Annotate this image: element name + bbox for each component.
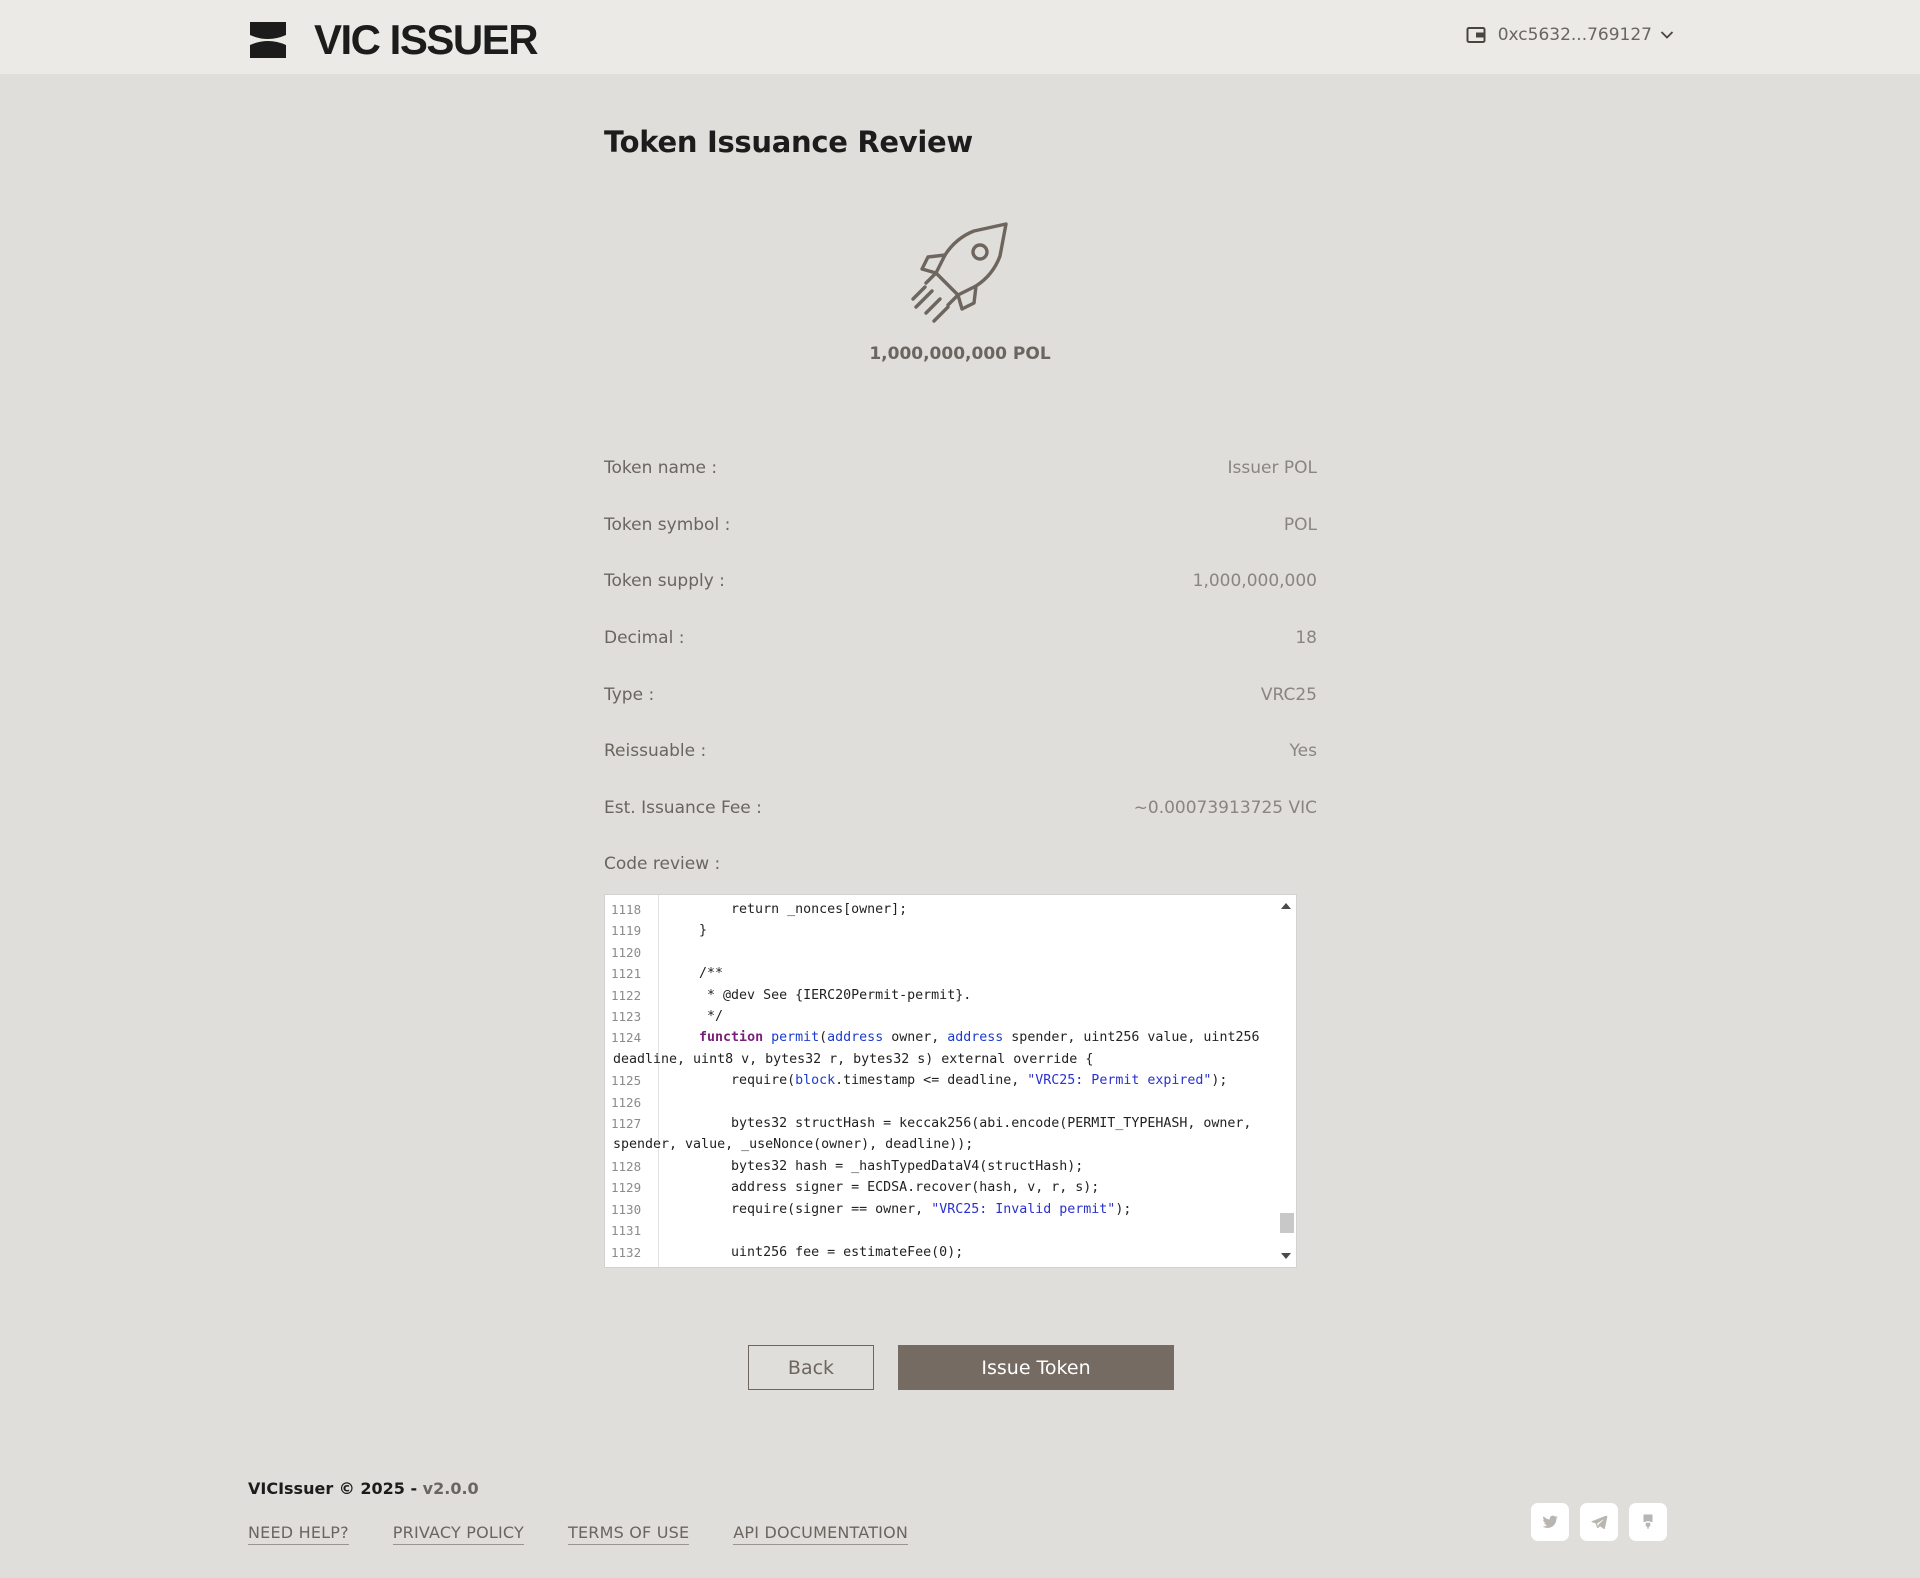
telegram-link[interactable] <box>1580 1503 1618 1541</box>
footer-link-need-help[interactable]: NEED HELP? <box>248 1523 349 1545</box>
github-link[interactable] <box>1629 1503 1667 1541</box>
detail-row-type: Type : VRC25 <box>604 666 1317 723</box>
line-number: 1128 <box>611 1158 642 1174</box>
scroll-up-icon[interactable] <box>1281 903 1291 909</box>
code-line: 1120 <box>605 942 1277 963</box>
supply-amount: 1,000,000,000 POL <box>869 344 1051 364</box>
code-line: 1127 bytes32 structHash = keccak256(abi.… <box>605 1113 1277 1134</box>
detail-label: Type : <box>604 684 655 705</box>
code-scrollbar[interactable] <box>1277 895 1296 1267</box>
code-line: 1129 address signer = ECDSA.recover(hash… <box>605 1177 1277 1198</box>
line-number: 1118 <box>611 902 642 917</box>
chevron-down-icon <box>1660 31 1674 39</box>
top-header: VIC ISSUER 0xc5632...769127 <box>0 0 1920 74</box>
code-line: 1124 function permit(address owner, addr… <box>605 1027 1277 1048</box>
code-line: 1118 return _nonces[owner]; <box>605 899 1277 920</box>
detail-value: 18 <box>1295 628 1317 649</box>
detail-row-code-review: Code review : <box>604 836 1317 893</box>
code-line: 1131 <box>605 1220 1277 1241</box>
social-links <box>1531 1503 1678 1541</box>
detail-row-token-symbol: Token symbol : POL <box>604 497 1317 554</box>
detail-value: VRC25 <box>1260 684 1317 705</box>
detail-value: 1,000,000,000 <box>1192 571 1317 592</box>
code-line: 1122 * @dev See {IERC20Permit-permit}. <box>605 985 1277 1006</box>
footer-version: v2.0.0 <box>422 1479 479 1498</box>
line-number: 1124 <box>611 1030 642 1046</box>
code-line-wrap: spender, value, _useNonce(owner), deadli… <box>613 1137 974 1153</box>
token-details: Token name : Issuer POL Token symbol : P… <box>604 440 1317 893</box>
brand-logo[interactable]: VIC ISSUER <box>248 16 539 64</box>
detail-value: Issuer POL <box>1227 458 1317 479</box>
code-line: 1119 } <box>605 920 1277 941</box>
code-line-wrap: deadline, uint8 v, bytes32 r, bytes32 s)… <box>613 1051 1094 1067</box>
line-number: 1130 <box>611 1201 642 1217</box>
detail-label: Reissuable : <box>604 741 707 762</box>
detail-label: Est. Issuance Fee : <box>604 797 762 818</box>
line-number: 1125 <box>611 1073 642 1089</box>
detail-value: Yes <box>1289 741 1317 762</box>
detail-row-issuance-fee: Est. Issuance Fee : ~0.00073913725 VIC <box>604 780 1317 837</box>
footer-link-terms-of-use[interactable]: TERMS OF USE <box>567 1523 690 1545</box>
wallet-address: 0xc5632...769127 <box>1497 25 1652 45</box>
line-number: 1119 <box>611 923 642 939</box>
code-line: 1123 */ <box>605 1006 1277 1027</box>
line-number: 1120 <box>611 944 642 960</box>
telegram-icon <box>1591 1515 1608 1530</box>
line-number: 1129 <box>611 1180 642 1196</box>
code-line: 1126 <box>605 1092 1277 1113</box>
line-number: 1131 <box>611 1223 642 1239</box>
detail-label: Token name : <box>604 458 718 479</box>
brand-name: VIC ISSUER <box>314 16 539 63</box>
line-number: 1126 <box>611 1094 642 1110</box>
code-line: 1130 require(signer == owner, "VRC25: In… <box>605 1199 1277 1220</box>
wallet-icon <box>1466 27 1486 43</box>
line-number: 1123 <box>611 1009 642 1025</box>
detail-row-token-name: Token name : Issuer POL <box>604 440 1317 497</box>
code-line: 1121 /** <box>605 963 1277 984</box>
detail-row-reissuable: Reissuable : Yes <box>604 723 1317 780</box>
page-title: Token Issuance Review <box>604 125 973 159</box>
code-line: 1128 bytes32 hash = _hashTypedDataV4(str… <box>605 1156 1277 1177</box>
wallet-dropdown[interactable]: 0xc5632...769127 <box>1466 25 1674 45</box>
detail-row-decimal: Decimal : 18 <box>604 610 1317 667</box>
detail-label: Decimal : <box>604 628 685 649</box>
rocket-icon <box>911 222 1008 323</box>
github-icon <box>1643 1514 1653 1529</box>
code-review-editor[interactable]: 1118 return _nonces[owner]; 1119 } 1120 … <box>604 894 1297 1268</box>
detail-label: Code review : <box>604 854 721 875</box>
footer-link-api-documentation[interactable]: API DOCUMENTATION <box>733 1523 909 1545</box>
vic-logo-icon <box>250 22 286 58</box>
footer-copyright: VICIssuer © 2025 - v2.0.0 <box>248 1479 479 1498</box>
line-number: 1122 <box>611 987 642 1003</box>
detail-value: ~0.00073913725 VIC <box>1133 797 1317 818</box>
code-line: 1132 uint256 fee = estimateFee(0); <box>605 1242 1277 1263</box>
code-line: 1125 require(block.timestamp <= deadline… <box>605 1070 1277 1091</box>
detail-label: Token supply : <box>604 571 725 592</box>
twitter-icon <box>1542 1515 1558 1528</box>
footer-links: NEED HELP? PRIVACY POLICY TERMS OF USE A… <box>248 1523 952 1545</box>
line-number: 1127 <box>611 1116 642 1132</box>
twitter-link[interactable] <box>1531 1503 1569 1541</box>
scroll-down-icon[interactable] <box>1281 1253 1291 1259</box>
footer-brand-text: VICIssuer © 2025 - <box>248 1479 423 1498</box>
footer-link-privacy-policy[interactable]: PRIVACY POLICY <box>392 1523 524 1545</box>
scroll-thumb[interactable] <box>1280 1213 1294 1233</box>
detail-value: POL <box>1283 514 1317 535</box>
code-lines: 1118 return _nonces[owner]; 1119 } 1120 … <box>605 899 1277 1263</box>
detail-row-token-supply: Token supply : 1,000,000,000 <box>604 553 1317 610</box>
detail-label: Token symbol : <box>604 514 731 535</box>
line-number: 1121 <box>611 966 642 982</box>
back-button[interactable]: Back <box>748 1345 874 1390</box>
line-number: 1132 <box>611 1244 642 1260</box>
issue-token-button[interactable]: Issue Token <box>898 1345 1174 1390</box>
